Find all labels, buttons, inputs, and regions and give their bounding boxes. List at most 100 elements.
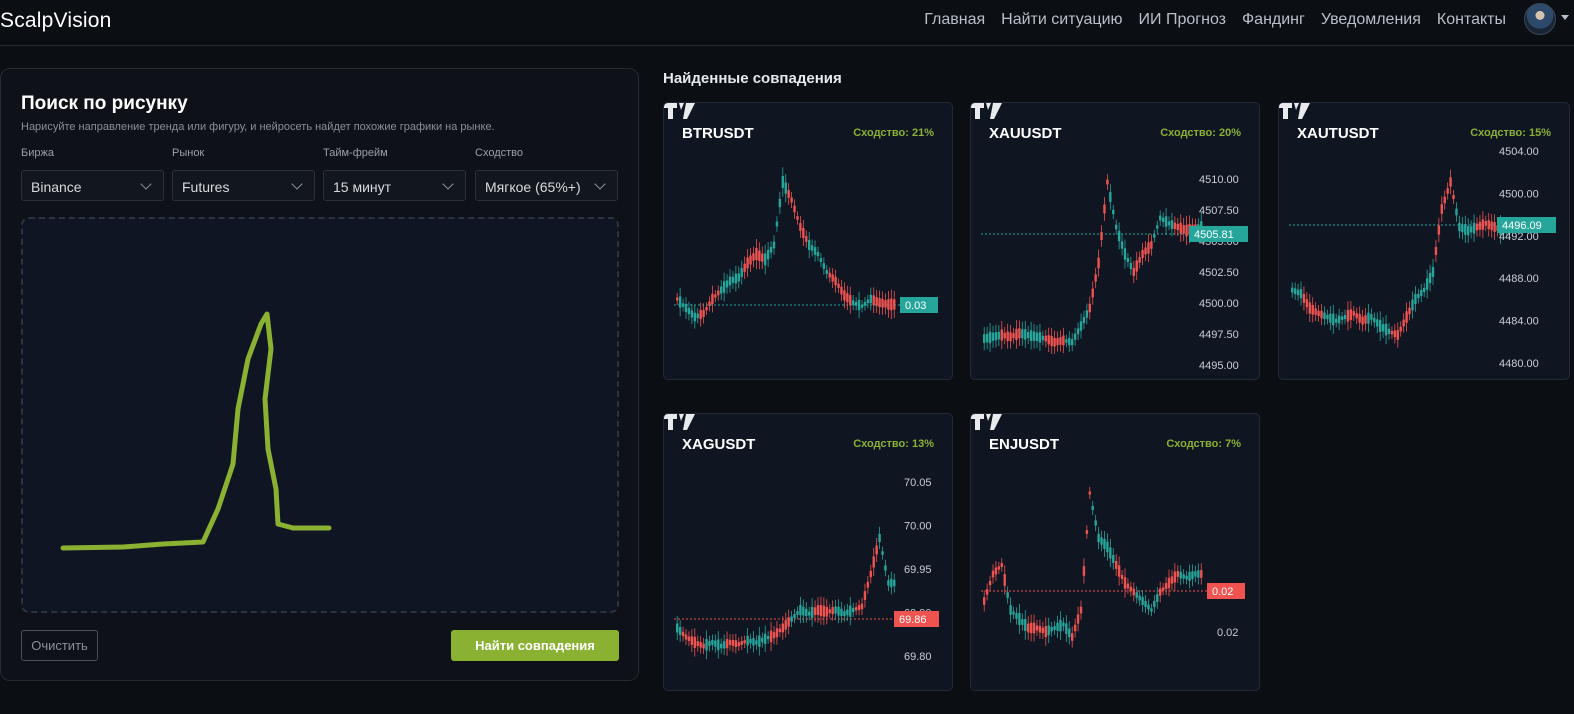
nav-ai-forecast[interactable]: ИИ Прогноз bbox=[1139, 10, 1226, 30]
candle-body bbox=[1132, 267, 1135, 277]
find-matches-button[interactable]: Найти совпадения bbox=[451, 630, 619, 661]
timeframe-select[interactable]: 15 минут bbox=[323, 170, 466, 201]
candle-body bbox=[728, 276, 732, 286]
price-tag-label: 0.03 bbox=[905, 300, 926, 312]
candle-body bbox=[869, 294, 872, 304]
candle-body bbox=[822, 263, 826, 269]
result-card-enjusdt[interactable]: 0.02 0.02 ENJUSDT Сходство: 7% bbox=[970, 413, 1260, 691]
candle-body bbox=[1467, 225, 1470, 236]
candle-body bbox=[1167, 577, 1171, 589]
axis-tick-label: 69.95 bbox=[904, 564, 932, 576]
candle-body bbox=[690, 310, 694, 318]
candle-body bbox=[1179, 571, 1182, 579]
candle-body bbox=[810, 606, 814, 618]
brand-logo[interactable]: ScalpVision bbox=[0, 9, 112, 33]
candle-body bbox=[1425, 278, 1429, 290]
candle-body bbox=[1170, 220, 1174, 230]
candle-body bbox=[1056, 622, 1059, 631]
candle-body bbox=[1156, 225, 1159, 229]
clear-button[interactable]: Очистить bbox=[21, 630, 98, 661]
candle-body bbox=[1029, 330, 1033, 342]
nav-notifications[interactable]: Уведомления bbox=[1321, 10, 1421, 30]
candle-body bbox=[793, 613, 796, 619]
candle-body bbox=[816, 251, 820, 257]
candle-body bbox=[1021, 329, 1024, 339]
card-similarity: Сходство: 13% bbox=[853, 438, 934, 450]
candle-body bbox=[854, 607, 858, 611]
candle-body bbox=[1376, 319, 1379, 327]
candle-body bbox=[778, 628, 782, 633]
candle-body bbox=[852, 300, 855, 305]
axis-tick-label: 4504.00 bbox=[1499, 146, 1539, 158]
candle-body bbox=[1443, 196, 1446, 204]
card-similarity: Сходство: 20% bbox=[1160, 127, 1241, 139]
candle-body bbox=[1027, 623, 1030, 633]
candle-body bbox=[708, 301, 711, 307]
candle-body bbox=[1041, 627, 1045, 634]
card-symbol: XAUTUSDT bbox=[1297, 125, 1379, 142]
candle-body bbox=[1109, 547, 1112, 559]
price-tag-label: 4505.81 bbox=[1194, 229, 1234, 241]
candle-body bbox=[822, 605, 826, 617]
user-avatar[interactable] bbox=[1524, 3, 1556, 35]
candle-body bbox=[857, 605, 861, 611]
candle-body bbox=[702, 309, 705, 317]
candle-body bbox=[1188, 571, 1191, 581]
candle-body bbox=[1076, 328, 1080, 335]
candle-body bbox=[890, 578, 893, 588]
candle-body bbox=[1082, 316, 1086, 324]
candle-body bbox=[828, 609, 831, 614]
candle-body bbox=[766, 636, 770, 640]
candle-body bbox=[994, 567, 998, 575]
candle-body bbox=[755, 640, 758, 645]
drawing-canvas[interactable] bbox=[21, 217, 619, 613]
candle-body bbox=[1311, 304, 1314, 315]
exchange-select[interactable]: Binance bbox=[21, 170, 164, 201]
candle-body bbox=[884, 565, 887, 571]
candle-body bbox=[1472, 222, 1476, 234]
candle-body bbox=[887, 580, 890, 586]
candle-body bbox=[1387, 328, 1391, 335]
candle-body bbox=[878, 298, 881, 308]
nav-funding[interactable]: Фандинг bbox=[1242, 10, 1305, 30]
market-value: Futures bbox=[182, 179, 230, 195]
candle-body bbox=[1050, 627, 1053, 632]
nav-home[interactable]: Главная bbox=[924, 10, 985, 30]
candle-body bbox=[1428, 272, 1432, 284]
candle-body bbox=[1346, 309, 1350, 322]
candle-body bbox=[1024, 619, 1027, 631]
candle-body bbox=[737, 642, 740, 647]
card-symbol: ENJUSDT bbox=[989, 436, 1060, 453]
candle-body bbox=[893, 579, 896, 587]
axis-tick-label: 4484.00 bbox=[1499, 316, 1539, 328]
result-card-xauusdt[interactable]: 4510.004507.504505.004502.504500.004497.… bbox=[970, 102, 1260, 380]
result-card-xagusdt[interactable]: 70.0570.0069.9569.9069.8069.86 XAGUSDT С… bbox=[663, 413, 953, 691]
candle-body bbox=[991, 570, 995, 578]
card-similarity: Сходство: 15% bbox=[1470, 127, 1551, 139]
candle-body bbox=[1115, 224, 1118, 230]
candle-body bbox=[1117, 230, 1121, 242]
candle-body bbox=[734, 273, 738, 284]
result-card-btrusdt[interactable]: 0.03 BTRUSDT Сходство: 21% bbox=[663, 102, 953, 380]
nav-find-situation[interactable]: Найти ситуацию bbox=[1001, 10, 1122, 30]
card-symbol: XAUUSDT bbox=[989, 125, 1062, 142]
candle-body bbox=[1299, 289, 1303, 299]
candle-body bbox=[1173, 571, 1177, 583]
candle-body bbox=[676, 297, 679, 301]
candle-body bbox=[985, 589, 989, 595]
results-title: Найденные совпадения bbox=[663, 70, 842, 87]
tradingview-logo-icon bbox=[664, 414, 695, 430]
candle-body bbox=[1032, 622, 1036, 634]
candle-body bbox=[1490, 221, 1493, 231]
market-select[interactable]: Futures bbox=[172, 170, 315, 201]
candle-body bbox=[740, 641, 743, 645]
candle-body bbox=[875, 297, 878, 306]
similarity-select[interactable]: Мягкое (65%+) bbox=[475, 170, 618, 201]
chevron-down-icon[interactable] bbox=[1561, 15, 1569, 20]
result-card-xautusdt[interactable]: 4504.00 4500.00 4492.00 4488.00 4484.00 4480.… bbox=[1278, 102, 1570, 380]
price-tag-label: 69.86 bbox=[899, 614, 927, 626]
candlestick-chart: 4504.004500.004492.004488.004484.004480.… bbox=[1289, 146, 1556, 370]
nav-contacts[interactable]: Контакты bbox=[1437, 10, 1506, 30]
candle-body bbox=[731, 276, 735, 283]
candle-body bbox=[728, 639, 732, 645]
